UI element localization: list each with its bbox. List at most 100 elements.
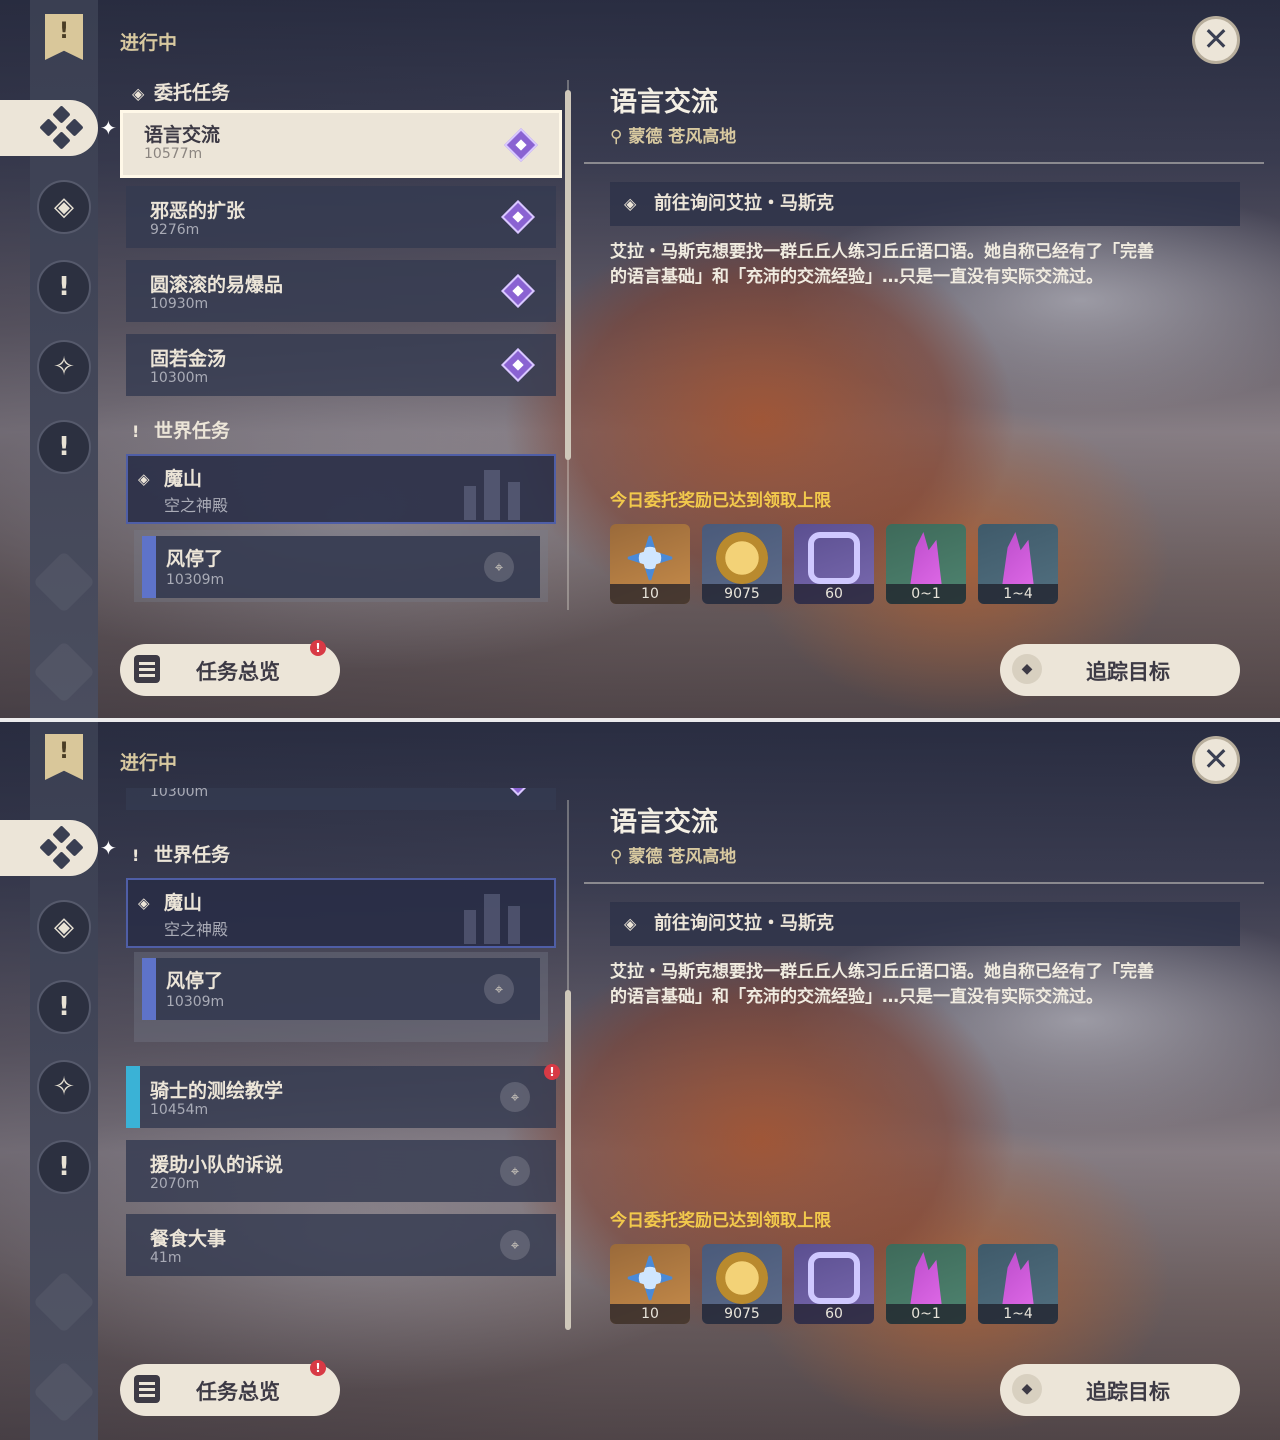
objective-diamond-icon: ◈ (624, 194, 637, 213)
reward-adventure-exp[interactable]: 60 (794, 524, 874, 604)
list-item-commission[interactable]: 固若金汤 10300m (126, 788, 556, 810)
section-commissions: ◈ 委托任务 (132, 82, 231, 104)
tab-archon-quests[interactable]: ◈ (37, 900, 91, 954)
objective-diamond-icon: ◈ (624, 914, 637, 933)
tab-story-quests[interactable]: ! (37, 980, 91, 1034)
list-header: 进行中 (120, 32, 178, 54)
quest-description: 艾拉・马斯克想要找一群丘丘人练习丘丘语口语。她自称已经有了「完善 的语言基础」和… (610, 962, 1154, 1007)
commission-icon (39, 105, 84, 150)
tab-world-quests[interactable]: ! (37, 420, 91, 474)
crystal-cluster-icon (1002, 532, 1034, 584)
reward-crystal-cluster[interactable]: 1~4 (978, 1244, 1058, 1324)
commission-star-icon (501, 200, 535, 234)
commission-star-icon (501, 348, 535, 382)
crystal-cluster-icon (1002, 1252, 1034, 1304)
alert-badge: ! (544, 1064, 560, 1080)
mora-icon (716, 532, 768, 584)
location-pin-icon[interactable]: ⌖ (500, 1156, 530, 1186)
adventure-exp-icon (808, 1252, 860, 1304)
commission-star-icon (504, 128, 538, 162)
commission-section-icon: ◈ (132, 84, 145, 103)
list-item-subquest[interactable]: 风停了 10309m ⌖ (142, 958, 540, 1020)
section-world-quests: ! 世界任务 (132, 420, 231, 442)
reward-primogem[interactable]: 10 (610, 524, 690, 604)
quest-title: 语言交流 (610, 807, 718, 838)
alert-badge: ! (310, 640, 326, 656)
quest-diamond-icon: ◈ (138, 894, 150, 912)
map-pin-icon: ⚲ (610, 127, 629, 147)
crystal-icon (910, 532, 942, 584)
location-pin-icon[interactable]: ⌖ (484, 974, 514, 1004)
quest-list[interactable]: ◈ 委托任务 语言交流 10577m 邪恶的扩张 9276m 圆滚滚的易爆品 10… (110, 68, 570, 613)
quest-title: 语言交流 (610, 87, 718, 118)
primogem-icon (624, 1252, 676, 1304)
list-item-commission[interactable]: 邪恶的扩张 9276m (126, 186, 556, 248)
alert-badge: ! (310, 1360, 326, 1376)
quest-screen-top: ! ✦ ◈ ! ✧ ! 进行中 ✕ ◈ 委托任务 语言交流 10577m 邪恶的扩… (0, 0, 1280, 720)
list-item-world-quest[interactable]: ◈ 魔山 空之神殿 (126, 454, 556, 524)
commission-star-icon (501, 788, 535, 796)
list-scrollbar[interactable] (565, 80, 571, 610)
quest-screen-bottom: ! ✦ ◈ ! ✧ ! 进行中 ✕ 固若金汤 10300m !世界任务 ◈ 魔山… (0, 720, 1280, 1440)
location-pin-icon[interactable]: ⌖ (500, 1082, 530, 1112)
divider (584, 882, 1264, 884)
primogem-icon (624, 532, 676, 584)
castle-icon (454, 886, 534, 944)
subquest-group: 风停了 10309m ⌖ (134, 530, 548, 602)
map-pin-icon: ⚲ (610, 847, 629, 867)
quest-objective: ◈ 前往询问艾拉・马斯克 (610, 182, 1240, 226)
list-item-world-quest[interactable]: 骑士的测绘教学 10454m ⌖ ! (126, 1064, 560, 1128)
quest-objective: ◈ 前往询问艾拉・马斯克 (610, 902, 1240, 946)
reward-limit-notice: 今日委托奖励已达到领取上限 (610, 1211, 831, 1231)
close-button[interactable]: ✕ (1192, 736, 1240, 784)
list-scrollbar[interactable] (565, 800, 571, 1330)
reward-mora[interactable]: 9075 (702, 1244, 782, 1324)
location-pin-icon[interactable]: ⌖ (500, 1230, 530, 1260)
tab-archon-quests[interactable]: ◈ (37, 180, 91, 234)
track-target-button[interactable]: ◆ 追踪目标 (1000, 644, 1240, 696)
subquest-group: 风停了 10309m ⌖ (134, 952, 548, 1042)
crystal-icon (910, 1252, 942, 1304)
list-item-commission[interactable]: 固若金汤 10300m (126, 334, 556, 396)
list-item-world-quest[interactable]: ◈ 魔山 空之神殿 (126, 878, 556, 948)
track-diamond-icon: ◆ (1012, 1374, 1042, 1404)
list-item-subquest[interactable]: 风停了 10309m ⌖ (142, 536, 540, 598)
world-quest-section-icon: ! (132, 422, 140, 441)
section-world-quests: ! 世界任务 (132, 844, 231, 866)
tab-commissions[interactable] (0, 820, 98, 876)
scrollbar-thumb[interactable] (565, 90, 571, 460)
reward-crystal[interactable]: 0~1 (886, 1244, 966, 1324)
tab-legend-quests[interactable]: ✧ (37, 340, 91, 394)
list-header: 进行中 (120, 752, 178, 774)
quest-location: ⚲ 蒙德 苍风高地 (610, 127, 737, 147)
world-quest-section-icon: ! (132, 846, 140, 865)
quest-overview-button[interactable]: 任务总览 ! (120, 1360, 340, 1416)
commission-star-icon (501, 274, 535, 308)
reward-adventure-exp[interactable]: 60 (794, 1244, 874, 1324)
quest-book-icon (134, 655, 160, 683)
location-pin-icon[interactable]: ⌖ (484, 552, 514, 582)
quest-list[interactable]: 固若金汤 10300m !世界任务 ◈ 魔山 空之神殿 风停了 10309m ⌖… (110, 788, 570, 1333)
adventure-exp-icon (808, 532, 860, 584)
commission-icon (39, 825, 84, 870)
tab-legend-quests[interactable]: ✧ (37, 1060, 91, 1114)
list-item-world-quest[interactable]: 餐食大事 41m ⌖ (126, 1214, 556, 1276)
divider (584, 162, 1264, 164)
reward-crystal[interactable]: 0~1 (886, 524, 966, 604)
scrollbar-thumb[interactable] (565, 990, 571, 1330)
quest-diamond-icon: ◈ (138, 470, 150, 488)
track-target-button[interactable]: ◆ 追踪目标 (1000, 1364, 1240, 1416)
quest-overview-button[interactable]: 任务总览 ! (120, 640, 340, 696)
quest-book-icon (134, 1375, 160, 1403)
castle-icon (454, 462, 534, 520)
tab-commissions[interactable] (0, 100, 98, 156)
list-item-world-quest[interactable]: 援助小队的诉说 2070m ⌖ (126, 1140, 556, 1202)
close-button[interactable]: ✕ (1192, 16, 1240, 64)
reward-primogem[interactable]: 10 (610, 1244, 690, 1324)
tab-story-quests[interactable]: ! (37, 260, 91, 314)
list-item-commission[interactable]: 圆滚滚的易爆品 10930m (126, 260, 556, 322)
tab-world-quests[interactable]: ! (37, 1140, 91, 1194)
reward-mora[interactable]: 9075 (702, 524, 782, 604)
list-item-commission-selected[interactable]: 语言交流 10577m (120, 110, 562, 178)
reward-crystal-cluster[interactable]: 1~4 (978, 524, 1058, 604)
